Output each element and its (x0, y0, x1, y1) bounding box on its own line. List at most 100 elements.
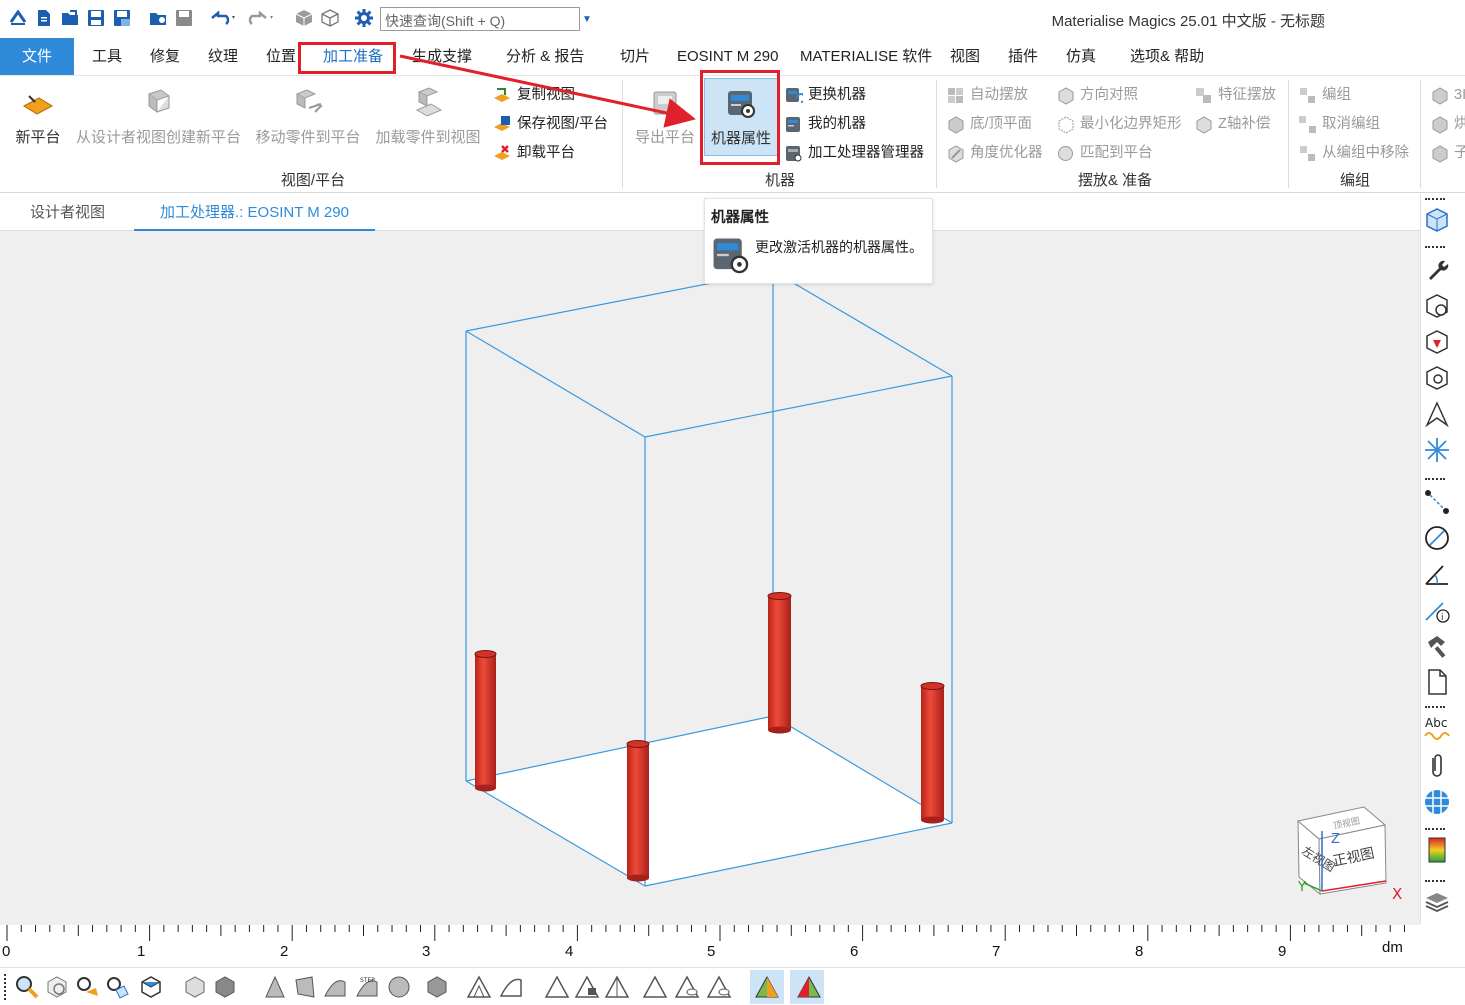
paperclip-icon[interactable] (1423, 752, 1451, 780)
part-cylinder[interactable] (767, 592, 792, 734)
mark-triangle-icon[interactable] (1423, 328, 1451, 356)
part-select-icon[interactable] (424, 974, 450, 1000)
save-as-icon[interactable] (112, 8, 132, 28)
zoom-fit-icon[interactable] (44, 974, 70, 1000)
export-icon[interactable] (174, 8, 194, 28)
surface-select-icon[interactable] (292, 974, 318, 1000)
wireframe-curve-icon[interactable] (498, 974, 524, 1000)
show-marked-icon[interactable] (706, 974, 732, 1000)
tab-support[interactable]: 生成支撑 (412, 38, 472, 75)
ungroup-button[interactable]: 取消编组 (1298, 113, 1380, 135)
3d-viewport[interactable]: 顶视图 左视图 正视图 Z X Y (0, 231, 1420, 925)
doc-tab-machine-platform[interactable]: 加工处理器.: EOSINT M 290 (134, 194, 375, 231)
triangle-select-icon[interactable] (262, 974, 288, 1000)
spell-check-icon[interactable]: Abc (1423, 714, 1451, 742)
tab-file[interactable]: 文件 (0, 38, 74, 75)
tab-view[interactable]: 视图 (950, 38, 980, 75)
mesh-sphere-icon[interactable] (1423, 788, 1451, 816)
view-cube[interactable]: 顶视图 左视图 正视图 Z X Y (1296, 806, 1402, 903)
wireframe-triangle-icon[interactable] (466, 974, 492, 1000)
part-list-icon[interactable] (1423, 206, 1451, 234)
tab-repair[interactable]: 修复 (150, 38, 180, 75)
feature-place-button[interactable]: 特征摆放 (1194, 84, 1276, 106)
extra-button-1[interactable]: 3I (1430, 84, 1465, 106)
cursor-icon[interactable] (1423, 400, 1451, 428)
zoom-icon[interactable] (14, 974, 40, 1000)
min-bbox-button[interactable]: 最小化边界矩形 (1056, 113, 1182, 135)
search-dropdown-icon[interactable]: ▼ (582, 14, 592, 25)
tab-tools[interactable]: 工具 (92, 38, 122, 75)
tab-position[interactable]: 位置 (266, 38, 296, 75)
part-info-icon[interactable] (1423, 292, 1451, 320)
copy-view-button[interactable]: 复制视图 (493, 84, 575, 106)
part-cylinder[interactable] (920, 682, 945, 824)
measure-circle-icon[interactable] (1423, 524, 1451, 552)
match-platform-button[interactable]: 匹配到平台 (1056, 142, 1153, 164)
hide-marked-icon[interactable] (674, 974, 700, 1000)
mark-lock-icon[interactable] (574, 974, 600, 1000)
save-icon[interactable] (86, 8, 106, 28)
mark-surface-icon[interactable] (604, 974, 630, 1000)
tab-plugins[interactable]: 插件 (1008, 38, 1038, 75)
doc-tab-designer-view[interactable]: 设计者视图 (30, 194, 105, 231)
extra-button-3[interactable]: 子 (1430, 142, 1465, 164)
zoom-part-icon[interactable] (74, 974, 100, 1000)
view-direction-icon[interactable] (138, 974, 164, 1000)
solid-view-icon[interactable] (212, 974, 238, 1000)
measure-angle-icon[interactable] (1423, 560, 1451, 588)
move-parts-button[interactable]: 移动零件到平台 (255, 82, 361, 154)
wrench-icon[interactable] (1423, 256, 1451, 284)
angle-optimizer-button[interactable]: 角度优化器 (946, 142, 1043, 164)
step-select-icon[interactable]: STEP (354, 974, 380, 1000)
tab-materialise-software[interactable]: MATERIALISE 软件 (800, 38, 932, 75)
explode-icon[interactable] (1423, 436, 1451, 464)
new-platform-button[interactable]: 新平台 (10, 82, 66, 154)
processor-manager-button[interactable]: 加工处理器管理器 (784, 142, 924, 164)
export-platform-button[interactable]: 导出平台 (634, 82, 696, 154)
tab-texture[interactable]: 纹理 (208, 38, 238, 75)
color-triangle-icon[interactable] (754, 974, 780, 1000)
build-scene[interactable]: 顶视图 左视图 正视图 Z X Y (0, 231, 1420, 925)
tab-slice[interactable]: 切片 (620, 38, 650, 75)
group-button[interactable]: 编组 (1298, 84, 1351, 106)
quick-search-input[interactable]: 快速查询(Shift + Q) (380, 7, 580, 31)
tab-simulation[interactable]: 仿真 (1066, 38, 1096, 75)
auto-place-button[interactable]: 自动摆放 (946, 84, 1028, 106)
solid-view-icon[interactable] (294, 8, 314, 28)
color-gradient-icon[interactable] (1423, 836, 1451, 864)
create-from-designer-button[interactable]: 从设计者视图创建新平台 (76, 82, 241, 154)
undo-icon[interactable] (208, 8, 238, 28)
hammer-icon[interactable] (1423, 632, 1451, 660)
shell-select-icon[interactable] (386, 974, 412, 1000)
mark-triangle-icon[interactable] (544, 974, 570, 1000)
import-icon[interactable] (148, 8, 168, 28)
measure-distance-icon[interactable] (1423, 488, 1451, 516)
document-icon[interactable] (1423, 668, 1451, 696)
measure-info-icon[interactable]: i (1423, 596, 1451, 624)
curve-select-icon[interactable] (322, 974, 348, 1000)
color-triangle-alt-icon[interactable] (796, 974, 822, 1000)
layers-icon[interactable] (1423, 888, 1451, 916)
bottom-top-button[interactable]: 底/顶平面 (946, 113, 1032, 135)
shaded-view-icon[interactable] (182, 974, 208, 1000)
settings-icon[interactable] (354, 8, 374, 28)
extra-button-2[interactable]: 烘 (1430, 113, 1465, 135)
zoom-select-icon[interactable] (104, 974, 130, 1000)
part-cylinder[interactable] (474, 650, 497, 792)
save-view-button[interactable]: 保存视图/平台 (493, 113, 608, 135)
tab-analysis[interactable]: 分析 & 报告 (506, 38, 584, 75)
open-file-icon[interactable] (60, 8, 80, 28)
wireframe-view-icon[interactable] (320, 8, 340, 28)
tab-options-help[interactable]: 选项& 帮助 (1130, 38, 1204, 75)
redo-icon[interactable] (246, 8, 276, 28)
change-machine-button[interactable]: 更换机器 (784, 84, 866, 106)
load-parts-button[interactable]: 加载零件到视图 (375, 82, 481, 154)
z-comp-button[interactable]: Z轴补偿 (1194, 113, 1270, 135)
unload-platform-button[interactable]: 卸载平台 (493, 142, 575, 164)
remove-from-group-button[interactable]: 从编组中移除 (1298, 142, 1409, 164)
unmark-icon[interactable] (642, 974, 668, 1000)
my-machine-button[interactable]: 我的机器 (784, 113, 866, 135)
part-cylinder[interactable] (626, 740, 650, 882)
part-inspect-icon[interactable] (1423, 364, 1451, 392)
orientation-button[interactable]: 方向对照 (1056, 84, 1138, 106)
